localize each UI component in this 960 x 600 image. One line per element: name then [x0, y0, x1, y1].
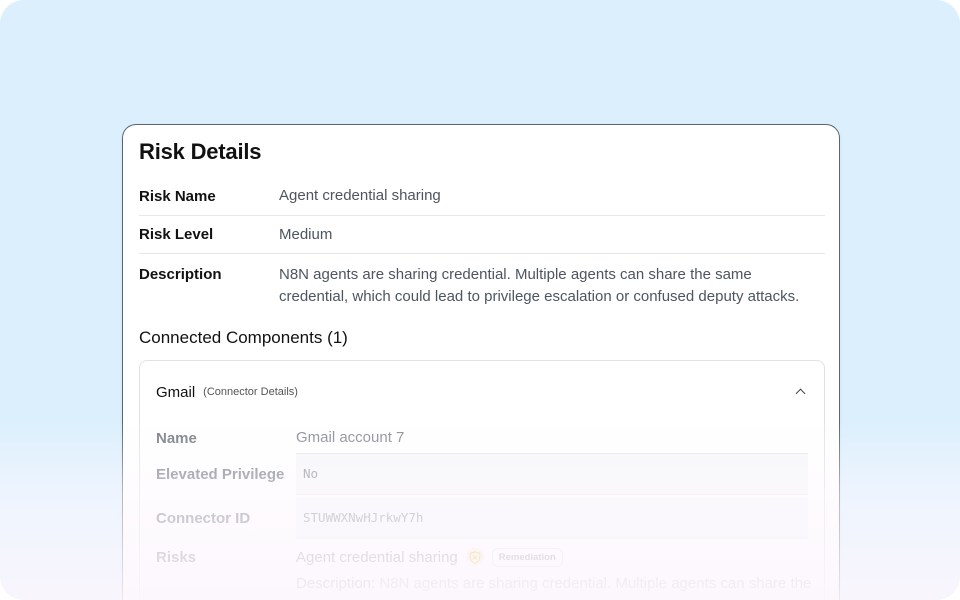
- risk-name-label: Risk Name: [139, 187, 216, 205]
- connected-components-title: Connected Components (1): [139, 328, 348, 347]
- elevated-privilege-value: No: [296, 453, 808, 495]
- description-value: N8N agents are sharing credential. Multi…: [279, 266, 800, 305]
- risk-description: Description: N8N agents are sharing cred…: [140, 575, 824, 592]
- card-title: Risk Details: [139, 139, 262, 164]
- remediation-button[interactable]: Remediation: [491, 547, 563, 567]
- risk-name-value: Agent credential sharing: [279, 187, 441, 204]
- component-name-label: Name: [156, 429, 197, 447]
- component-subtitle: (Connector Details): [203, 386, 298, 398]
- risks-row: Risks Agent credential sharing Remediati…: [140, 539, 824, 575]
- risk-name-row: Risk Name Agent credential sharing: [139, 177, 825, 216]
- risk-description-label: Description:: [296, 575, 376, 592]
- risk-description-text: N8N agents are sharing credential. Multi…: [379, 575, 812, 592]
- connector-id-row: Connector ID STUWWXNwHJrkwY7h: [140, 497, 824, 539]
- risk-level-label: Risk Level: [139, 226, 214, 243]
- component-header[interactable]: Gmail (Connector Details): [140, 361, 824, 423]
- connected-component-panel: Gmail (Connector Details) Name Gmail acc…: [139, 360, 825, 600]
- component-name: Gmail: [156, 383, 196, 401]
- description-row: Description N8N agents are sharing crede…: [139, 254, 825, 308]
- risk-level-value: Medium: [279, 225, 333, 243]
- risks-label: Risks: [156, 548, 197, 566]
- risk-details-card: Risk Details Risk Name Agent credential …: [122, 124, 840, 600]
- risk-entry-name: Agent credential sharing: [296, 548, 458, 566]
- component-name-value: Gmail account 7: [296, 423, 808, 454]
- page-background: Risk Details Risk Name Agent credential …: [0, 0, 960, 600]
- connector-id-value: STUWWXNwHJrkwY7h: [296, 497, 808, 539]
- description-label: Description: [139, 266, 222, 283]
- chevron-up-icon[interactable]: [794, 385, 808, 399]
- risk-entry: Agent credential sharing Remediation: [296, 547, 808, 567]
- risk-level-row: Risk Level Medium: [139, 216, 825, 254]
- connector-id-label: Connector ID: [156, 509, 251, 527]
- elevated-privilege-label: Elevated Privilege: [156, 465, 285, 483]
- component-name-row: Name Gmail account 7: [140, 423, 824, 454]
- shield-icon: [465, 548, 484, 566]
- elevated-privilege-row: Elevated Privilege No: [140, 453, 824, 495]
